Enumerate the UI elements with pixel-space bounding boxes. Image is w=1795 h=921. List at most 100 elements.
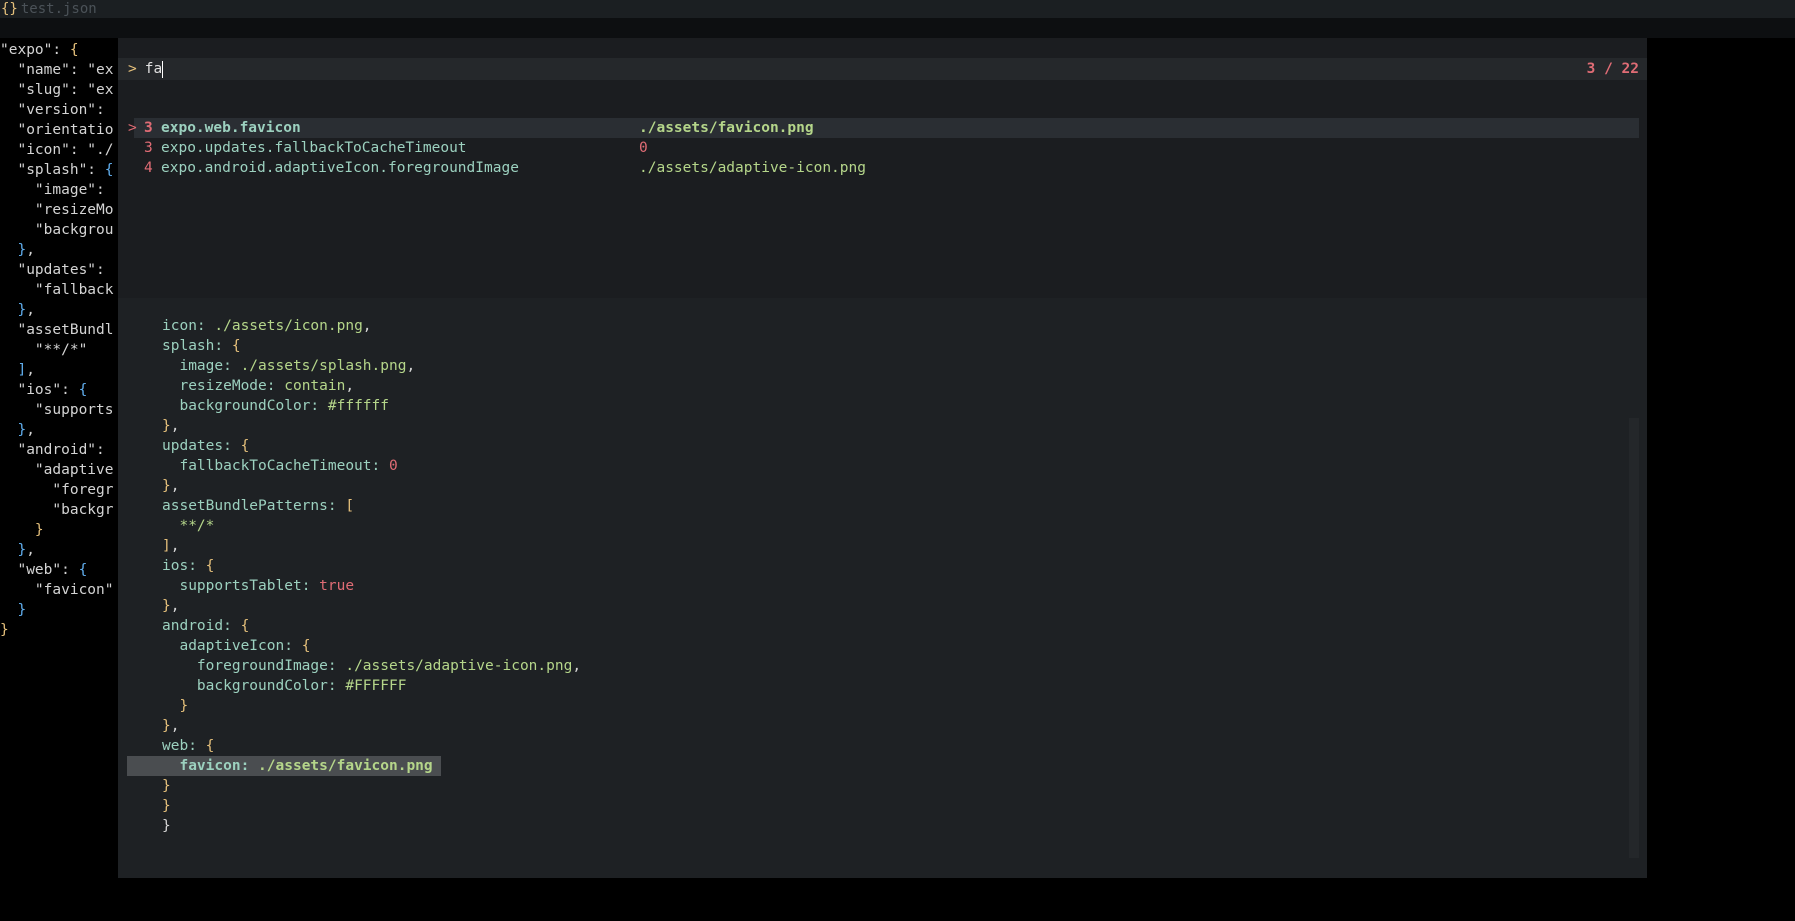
editor-line: "backgr [0, 500, 120, 520]
results-list: >3 expo.web.favicon ./assets/favicon.png 3 e… [128, 118, 1639, 178]
preview-token: ./assets/favicon.png [258, 758, 433, 774]
editor-token: "**/*" [0, 342, 88, 358]
editor-line: "updates": [0, 260, 120, 280]
editor-token: : [52, 42, 70, 58]
preview-line: ios: { [118, 556, 581, 576]
editor-token: "ios": [0, 382, 79, 398]
preview-line: adaptiveIcon: { [118, 636, 581, 656]
preview-line: resizeMode: contain, [118, 376, 581, 396]
editor-line: "adaptive [0, 460, 120, 480]
preview-line: foregroundImage: ./assets/adaptive-icon.… [118, 656, 581, 676]
preview-token: : [188, 738, 206, 754]
editor-token: } [17, 242, 27, 258]
preview-token: : [310, 398, 328, 414]
preview-line: } [118, 776, 581, 796]
preview-line: fallbackToCacheTimeout: 0 [118, 456, 581, 476]
preview-scrollbar[interactable] [1629, 418, 1639, 858]
editor-token [0, 522, 35, 538]
editor-token [0, 422, 17, 438]
preview-token: supportsTablet [162, 578, 302, 594]
editor-line: "resizeMo [0, 200, 120, 220]
preview-token: icon [162, 318, 197, 334]
preview-token: } [162, 818, 171, 834]
editor-line: }, [0, 240, 120, 260]
preview-line: } [118, 796, 581, 816]
result-line-number: 4 [144, 160, 153, 176]
preview-token: backgroundColor [162, 678, 328, 694]
preview-token: } [162, 778, 171, 794]
editor-line: "ios": { [0, 380, 120, 400]
preview-token: ./assets/adaptive-icon.png [345, 658, 573, 674]
editor-text-area[interactable]: "expo": { "name": "ex "slug": "ex "versi… [0, 40, 120, 640]
editor-line: "icon": "./ [0, 140, 120, 160]
preview-line: } [118, 696, 581, 716]
preview-line: } [118, 816, 581, 836]
result-item[interactable]: >3 expo.web.favicon ./assets/favicon.png [128, 118, 1639, 138]
preview-token: { [240, 618, 250, 634]
preview-token: ios [162, 558, 189, 574]
preview-token: , [170, 718, 180, 734]
editor-line: "orientatio [0, 120, 120, 140]
editor-token: "image": [0, 182, 105, 198]
preview-line: updates: { [118, 436, 581, 456]
preview-token: { [301, 638, 311, 654]
preview-line: backgroundColor: #ffffff [118, 396, 581, 416]
preview-token: ./assets/icon.png [214, 318, 363, 334]
result-value: 0 [639, 140, 648, 156]
preview-line: image: ./assets/splash.png, [118, 356, 581, 376]
preview-token: : [223, 618, 241, 634]
tab-filename[interactable]: test.json [21, 1, 97, 17]
preview-line: icon: ./assets/icon.png, [118, 316, 581, 336]
editor-line: } [0, 600, 120, 620]
preview-token: , [345, 378, 355, 394]
editor-token: { [69, 42, 79, 58]
editor-line: } [0, 620, 120, 640]
editor-line: "fallback [0, 280, 120, 300]
result-item[interactable]: 4 expo.android.adaptiveIcon.foregroundIma… [134, 158, 1639, 178]
result-path: expo.updates.fallbackToCacheTimeout [161, 140, 467, 156]
editor-line: "android": [0, 440, 120, 460]
editor-token: "orientatio [0, 122, 114, 138]
preview-line: backgroundColor: #FFFFFF [118, 676, 581, 696]
editor-token: "expo" [0, 42, 53, 58]
editor-token: { [78, 562, 88, 578]
editor-token: "web": [0, 562, 79, 578]
editor-token: } [17, 602, 27, 618]
preview-token: , [170, 538, 180, 554]
editor-token: "icon": "./ [0, 142, 114, 158]
editor-line: "backgrou [0, 220, 120, 240]
editor-line: "version": [0, 100, 120, 120]
editor-token: "resizeMo [0, 202, 114, 218]
selection-marker: > [128, 120, 137, 136]
preview-line: favicon: ./assets/favicon.png [118, 756, 581, 776]
editor-token: } [17, 302, 27, 318]
preview-token: : [301, 578, 320, 594]
preview-token: 0 [388, 458, 398, 474]
editor-token: } [0, 622, 9, 638]
editor-token: } [17, 422, 27, 438]
preview-token: ] [162, 538, 171, 554]
preview-token: **/* [162, 518, 215, 534]
preview-token: : [327, 678, 346, 694]
result-path: expo.web.favicon [161, 120, 301, 136]
preview-line: }, [118, 716, 581, 736]
preview-line: }, [118, 596, 581, 616]
result-item[interactable]: 3 expo.updates.fallbackToCacheTimeout 0 [134, 138, 1639, 158]
editor-token [0, 242, 17, 258]
tab-bar-separator [0, 18, 1795, 38]
editor-line: } [0, 520, 120, 540]
preview-token: web [162, 738, 189, 754]
preview-line: }, [118, 476, 581, 496]
editor-token [0, 542, 17, 558]
palette-prompt-row: > fa 3 / 22 [118, 58, 1647, 80]
preview-line: }, [118, 416, 581, 436]
preview-token: } [162, 798, 171, 814]
preview-token: ./assets/splash.png [240, 358, 407, 374]
palette-search-input[interactable]: fa [145, 61, 162, 77]
preview-token: favicon [162, 758, 241, 774]
preview-token: : [266, 378, 285, 394]
editor-token [0, 602, 17, 618]
editor-token: , [26, 242, 35, 258]
preview-token: : [214, 338, 232, 354]
editor-token: "slug": "ex [0, 82, 114, 98]
